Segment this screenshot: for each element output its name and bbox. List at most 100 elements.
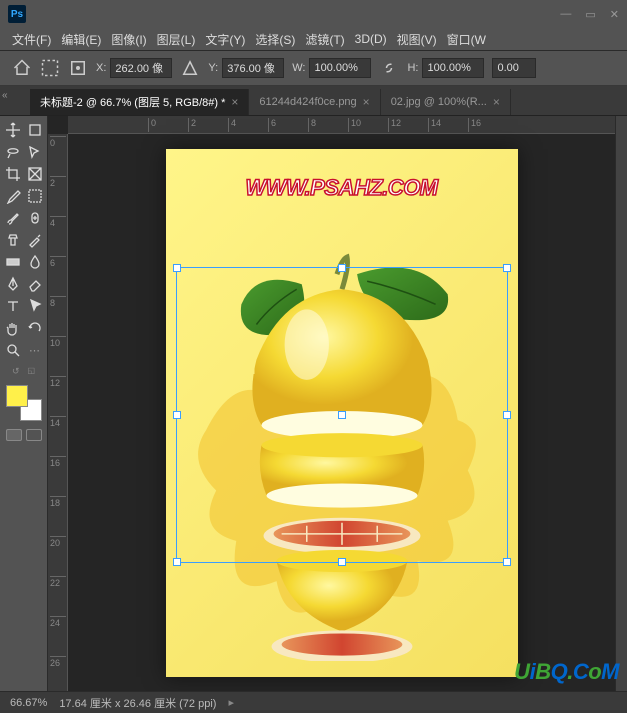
link-icon[interactable] <box>379 58 399 78</box>
w-input[interactable] <box>309 58 371 78</box>
default-colors-icon[interactable]: ◱ <box>27 366 35 377</box>
type-tool[interactable] <box>3 296 23 316</box>
home-icon[interactable] <box>12 58 32 78</box>
ruler-tick: 0 <box>148 118 156 132</box>
maximize-button[interactable]: ▭ <box>585 8 595 21</box>
vertical-ruler[interactable]: 0 2 4 6 8 10 12 14 16 18 20 22 24 26 <box>48 134 68 691</box>
spot-heal-tool[interactable] <box>25 208 45 228</box>
quick-mask-toggle[interactable] <box>6 429 42 441</box>
eraser-tool[interactable] <box>25 274 45 294</box>
transform-handle-ml[interactable] <box>173 411 181 419</box>
move-tool[interactable] <box>3 120 23 140</box>
ruler-tick: 6 <box>268 118 276 132</box>
app-logo: Ps <box>8 5 26 23</box>
transform-icon[interactable] <box>40 58 60 78</box>
menu-3d[interactable]: 3D(D) <box>351 30 391 48</box>
lemon-artwork <box>186 249 498 662</box>
frame-tool[interactable] <box>25 164 45 184</box>
canvas-area: 0 2 4 6 8 10 12 14 16 0 2 4 6 8 10 12 14… <box>48 116 615 691</box>
right-panel-strip[interactable] <box>615 116 627 691</box>
menu-window[interactable]: 窗口(W <box>443 29 490 50</box>
close-button[interactable]: ✕ <box>610 8 619 21</box>
close-icon[interactable]: × <box>363 95 370 109</box>
y-input[interactable] <box>222 58 284 78</box>
options-bar: X: Y: W: H: <box>0 50 627 86</box>
h-label: H: <box>407 62 418 74</box>
w-label: W: <box>292 62 305 74</box>
ruler-tick: 8 <box>50 296 66 308</box>
rotate-view-tool[interactable] <box>25 318 45 338</box>
ruler-tick: 14 <box>50 416 66 428</box>
eyedropper-tool[interactable] <box>3 186 23 206</box>
x-input[interactable] <box>110 58 172 78</box>
menu-view[interactable]: 视图(V) <box>393 29 441 50</box>
h-input[interactable] <box>422 58 484 78</box>
hand-tool[interactable] <box>3 318 23 338</box>
tab-label: 61244d424f0ce.png <box>259 96 356 108</box>
ruler-tick: 10 <box>348 118 361 132</box>
crop-tool[interactable] <box>3 164 23 184</box>
close-icon[interactable]: × <box>493 95 500 109</box>
sidebar-toggle-icon[interactable]: « <box>2 90 8 101</box>
tab-label: 未标题-2 @ 66.7% (图层 5, RGB/8#) * <box>40 94 225 110</box>
status-bar: 66.67% 17.64 厘米 x 26.46 厘米 (72 ppi) ▸ <box>0 691 627 713</box>
menu-file[interactable]: 文件(F) <box>8 29 55 50</box>
transform-handle-br[interactable] <box>503 558 511 566</box>
document-canvas[interactable]: WWW.PSAHZ.COM <box>166 149 518 677</box>
pen-tool[interactable] <box>3 274 23 294</box>
ruler-tick: 2 <box>50 176 66 188</box>
ruler-tick: 24 <box>50 616 66 628</box>
close-icon[interactable]: × <box>231 95 238 109</box>
tab-document-1[interactable]: 未标题-2 @ 66.7% (图层 5, RGB/8#) * × <box>30 89 249 115</box>
tab-document-3[interactable]: 02.jpg @ 100%(R... × <box>381 89 511 115</box>
menu-type[interactable]: 文字(Y) <box>201 29 249 50</box>
canvas-viewport[interactable]: WWW.PSAHZ.COM <box>68 134 615 691</box>
menu-select[interactable]: 选择(S) <box>251 29 299 50</box>
foreground-color-swatch[interactable] <box>6 385 28 407</box>
blur-tool[interactable] <box>25 252 45 272</box>
gradient-tool[interactable] <box>3 252 23 272</box>
horizontal-ruler[interactable]: 0 2 4 6 8 10 12 14 16 <box>68 116 615 134</box>
transform-handle-bl[interactable] <box>173 558 181 566</box>
transform-handle-mr[interactable] <box>503 411 511 419</box>
marquee-tool[interactable] <box>25 186 45 206</box>
clone-tool[interactable] <box>3 230 23 250</box>
watermark-text: WWW.PSAHZ.COM <box>166 175 518 201</box>
delta-icon[interactable] <box>180 58 200 78</box>
menu-layer[interactable]: 图层(L) <box>153 29 200 50</box>
tab-document-2[interactable]: 61244d424f0ce.png × <box>249 89 380 115</box>
menu-filter[interactable]: 滤镜(T) <box>301 29 348 50</box>
ruler-tick: 16 <box>50 456 66 468</box>
zoom-tool[interactable] <box>3 340 23 360</box>
rotation-input[interactable] <box>492 58 536 78</box>
ruler-tick: 14 <box>428 118 441 132</box>
x-field: X: <box>96 58 172 78</box>
edit-toolbar-icon[interactable]: ⋯ <box>25 340 45 360</box>
lasso-tool[interactable] <box>3 142 23 162</box>
title-bar: Ps — ▭ ✕ <box>0 0 627 28</box>
y-label: Y: <box>208 62 218 74</box>
color-swatches[interactable] <box>6 385 42 421</box>
menu-edit[interactable]: 编辑(E) <box>57 29 105 50</box>
menu-bar: 文件(F) 编辑(E) 图像(I) 图层(L) 文字(Y) 选择(S) 滤镜(T… <box>0 28 627 50</box>
w-field: W: <box>292 58 371 78</box>
h-field: H: <box>407 58 484 78</box>
zoom-level[interactable]: 66.67% <box>10 697 47 709</box>
window-controls: — ▭ ✕ <box>560 8 619 21</box>
path-select-tool[interactable] <box>25 296 45 316</box>
transform-handle-tr[interactable] <box>503 264 511 272</box>
artboard-tool[interactable] <box>25 120 45 140</box>
ruler-tick: 20 <box>50 536 66 548</box>
document-info[interactable]: 17.64 厘米 x 26.46 厘米 (72 ppi) <box>59 695 216 711</box>
y-field: Y: <box>208 58 284 78</box>
swap-colors-icon[interactable]: ↺ <box>12 366 20 377</box>
minimize-button[interactable]: — <box>560 8 571 21</box>
transform-handle-tl[interactable] <box>173 264 181 272</box>
tab-label: 02.jpg @ 100%(R... <box>391 96 487 108</box>
menu-image[interactable]: 图像(I) <box>107 29 150 50</box>
ruler-tick: 22 <box>50 576 66 588</box>
brush-tool[interactable] <box>3 208 23 228</box>
quick-select-tool[interactable] <box>25 142 45 162</box>
reference-point-icon[interactable] <box>68 58 88 78</box>
history-brush-tool[interactable] <box>25 230 45 250</box>
